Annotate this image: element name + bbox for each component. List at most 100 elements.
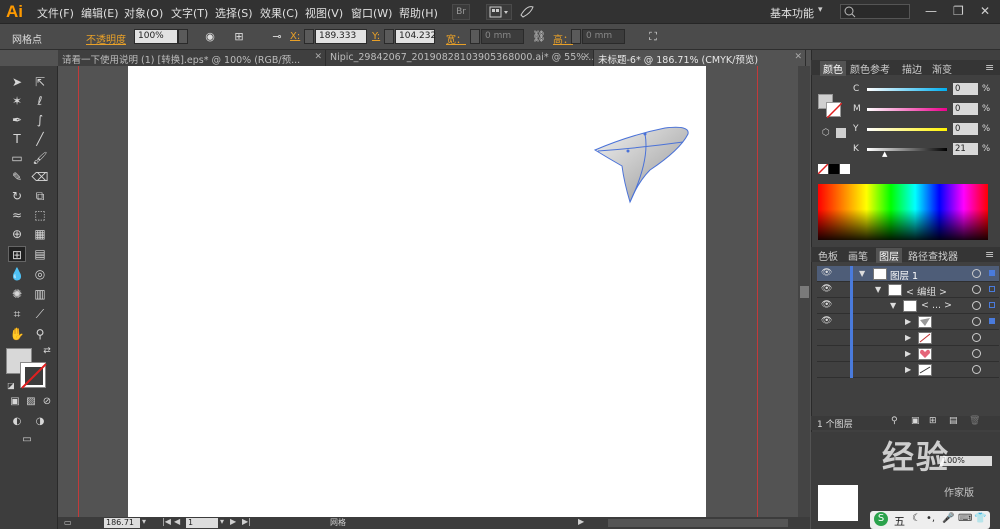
white-swatch[interactable] — [840, 164, 850, 174]
recolor-icon[interactable]: ◉ — [203, 30, 217, 43]
layer-row[interactable]: 👁 ▶ — [817, 314, 999, 330]
sogou-icon[interactable]: S — [874, 512, 888, 526]
eye-icon[interactable]: 👁 — [821, 316, 832, 326]
mesh-tool[interactable]: ⊞ — [8, 246, 26, 262]
gamut-swatch[interactable] — [836, 128, 846, 138]
expand-triangle-icon[interactable]: ▼ — [890, 301, 896, 310]
expand-triangle-icon[interactable]: ▶ — [905, 349, 911, 358]
expand-triangle-icon[interactable]: ▼ — [859, 269, 865, 278]
moon-icon[interactable]: ☾ — [912, 513, 921, 524]
tab-layers[interactable]: 图层 — [876, 248, 902, 263]
screen-mode-icon[interactable]: ▭ — [18, 432, 36, 448]
new-layer-icon[interactable]: ▤ — [949, 416, 958, 426]
eye-icon[interactable]: 👁 — [821, 284, 832, 294]
width-field[interactable]: 0 mm — [481, 29, 524, 44]
locate-object-icon[interactable]: ⚲ — [891, 416, 898, 426]
target-icon[interactable] — [972, 317, 981, 326]
gradient-tool[interactable]: ▤ — [31, 246, 49, 262]
transform-point-icon[interactable]: ⊸ — [270, 30, 284, 43]
opacity-label[interactable]: 不透明度 — [86, 31, 126, 46]
cyan-value[interactable]: 0 — [953, 83, 978, 95]
opacity-dropdown[interactable] — [178, 29, 188, 44]
scale-tool[interactable]: ⧉ — [31, 188, 49, 204]
symbol-sprayer-tool[interactable]: ✺ — [8, 286, 26, 302]
x-stepper[interactable] — [304, 29, 314, 44]
close-icon[interactable]: ✕ — [314, 52, 322, 62]
rectangle-tool[interactable]: ▭ — [8, 150, 26, 166]
mesh-object[interactable] — [590, 120, 700, 210]
tab-brushes[interactable]: 画笔 — [848, 248, 868, 263]
tab-swatches[interactable]: 色板 — [818, 248, 838, 263]
width-stepper[interactable] — [470, 29, 480, 44]
group-name[interactable]: < 编组 > — [906, 284, 947, 298]
yellow-value[interactable]: 0 — [953, 123, 978, 135]
layer-row[interactable]: ▶ — [817, 346, 999, 362]
clipping-mask-icon[interactable]: ▣ — [911, 416, 920, 426]
hand-tool[interactable]: ✋ — [8, 326, 26, 342]
chevron-down-icon[interactable]: ▾ — [142, 517, 146, 526]
panel-menu-icon[interactable]: ≡ — [985, 61, 994, 74]
slider-handle-icon[interactable]: ▲ — [882, 150, 887, 158]
expand-icon[interactable]: ▭ — [64, 518, 72, 527]
perspective-grid-tool[interactable]: ▦ — [31, 226, 49, 242]
punctuation-icon[interactable]: •, — [926, 513, 935, 524]
free-transform-tool[interactable]: ⬚ — [31, 207, 49, 223]
ime-mode-label[interactable]: 五 — [894, 513, 905, 529]
target-icon[interactable] — [972, 365, 981, 374]
scrollbar-thumb[interactable] — [800, 286, 809, 298]
target-icon[interactable] — [972, 285, 981, 294]
layer-row[interactable]: 👁 ▼ 图层 1 — [817, 266, 999, 282]
microphone-icon[interactable]: 🎤 — [942, 513, 954, 524]
stroke-color-swatch[interactable] — [826, 102, 843, 119]
direct-selection-tool[interactable]: ⇱ — [31, 74, 49, 90]
horizontal-scrollbar[interactable] — [608, 519, 788, 527]
keyboard-icon[interactable]: ⌨ — [958, 513, 972, 524]
maximize-button[interactable]: ❐ — [953, 4, 964, 18]
group-name[interactable]: < ... > — [921, 300, 952, 311]
align-grid-icon[interactable]: ⊞ — [232, 30, 246, 43]
target-icon[interactable] — [972, 269, 981, 278]
layer-row[interactable]: 👁 ▼ < 编组 > — [817, 282, 999, 298]
target-icon[interactable] — [972, 333, 981, 342]
next-artboard-icon[interactable]: ▶ — [230, 517, 236, 526]
expand-triangle-icon[interactable]: ▶ — [905, 365, 911, 374]
selection-indicator[interactable] — [989, 270, 995, 276]
magic-wand-tool[interactable]: ✶ — [8, 93, 26, 109]
menu-type[interactable]: 文字(T) — [171, 5, 208, 21]
tab-stroke[interactable]: 描边 — [902, 61, 922, 76]
selection-tool[interactable]: ➤ — [8, 74, 26, 90]
panel-menu-icon[interactable]: ≡ — [985, 248, 994, 261]
cyan-slider[interactable] — [867, 88, 947, 91]
expand-triangle-icon[interactable]: ▶ — [905, 333, 911, 342]
pen-tool[interactable]: ✒ — [8, 112, 26, 128]
menu-view[interactable]: 视图(V) — [305, 5, 343, 21]
zoom-tool[interactable]: ⚲ — [31, 326, 49, 342]
y-field[interactable]: 104.232 — [395, 29, 436, 44]
black-swatch[interactable] — [829, 164, 839, 174]
tab-color[interactable]: 颜色 — [820, 61, 846, 76]
selection-indicator[interactable] — [989, 318, 995, 324]
default-colors-icon[interactable]: ◪ — [2, 378, 20, 394]
artboard-tool[interactable]: ⌗ — [8, 306, 26, 322]
out-of-gamut-icon[interactable]: ⬡ — [822, 128, 830, 138]
layer-row[interactable]: ▶ — [817, 330, 999, 346]
menu-select[interactable]: 选择(S) — [215, 5, 253, 21]
new-sublayer-icon[interactable]: ⊞ — [929, 416, 937, 426]
chevron-down-icon[interactable]: ▾ — [220, 517, 224, 526]
eyedropper-tool[interactable]: 💧 — [8, 266, 26, 282]
height-field[interactable]: 0 mm — [582, 29, 625, 44]
search-input[interactable] — [840, 4, 910, 19]
menu-object[interactable]: 对象(O) — [124, 5, 163, 21]
first-artboard-icon[interactable]: |◀ — [162, 517, 171, 526]
target-icon[interactable] — [972, 349, 981, 358]
lasso-tool[interactable]: ℓ — [31, 93, 49, 109]
shape-builder-tool[interactable]: ⊕ — [8, 226, 26, 242]
x-field[interactable]: 189.333 — [315, 29, 367, 44]
warp-tool[interactable]: ≈ — [8, 207, 26, 223]
opacity-field[interactable]: 100% — [134, 29, 178, 44]
menu-effect[interactable]: 效果(C) — [260, 5, 298, 21]
workspace-switcher[interactable]: 基本功能 — [770, 5, 814, 21]
arrange-documents-button[interactable] — [486, 4, 512, 20]
height-stepper[interactable] — [571, 29, 581, 44]
gpu-performance-button[interactable] — [518, 4, 538, 20]
